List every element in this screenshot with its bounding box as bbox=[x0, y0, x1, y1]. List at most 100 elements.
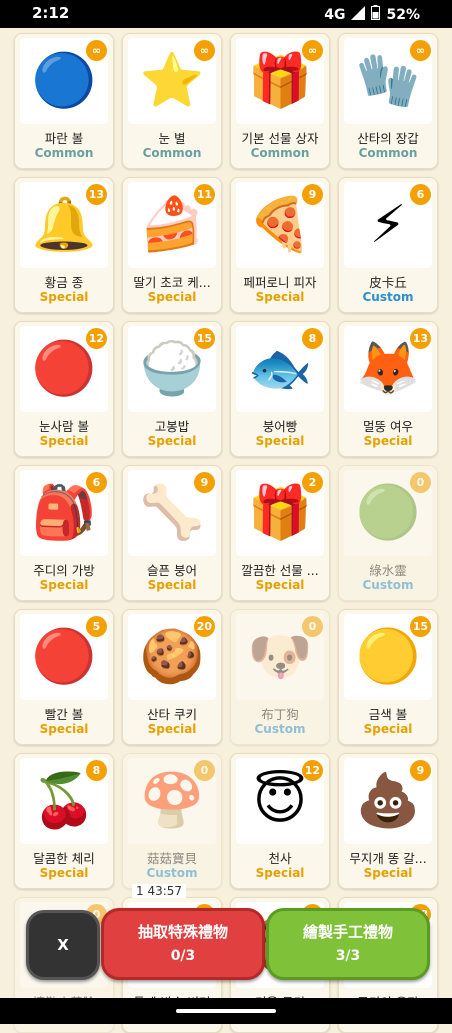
gift-card[interactable]: 🧤 ∞ 산타의 장갑 Common bbox=[338, 33, 438, 169]
gift-name: 눈 별 bbox=[158, 131, 186, 146]
gift-card[interactable]: ⚡ 6 皮卡丘 Custom bbox=[338, 177, 438, 313]
fish-skeleton-icon: 🦴 bbox=[139, 483, 205, 543]
gift-card[interactable]: 🦴 9 슬픈 붕어 Special bbox=[122, 465, 222, 601]
draw-special-title: 抽取特殊禮物 bbox=[137, 923, 228, 941]
gift-card[interactable]: 🍰 11 딸기 초코 케... Special bbox=[122, 177, 222, 313]
angel-emoji-icon: 😇 bbox=[252, 771, 308, 831]
rarity-label: Special bbox=[39, 290, 89, 304]
backpack-icon: 🎒 bbox=[31, 483, 97, 543]
gift-name: 멀뚱 여우 bbox=[363, 419, 413, 434]
count-badge: 12 bbox=[301, 760, 323, 781]
gift-name: 붕어빵 bbox=[262, 419, 298, 434]
gift-card[interactable]: 🍒 8 달콤한 체리 Special bbox=[14, 753, 114, 889]
count-badge: ∞ bbox=[302, 40, 323, 61]
gift-card[interactable]: 💩 9 무지개 똥 갈... Special bbox=[338, 753, 438, 889]
network-label: 4G bbox=[324, 6, 346, 23]
home-gesture-pill[interactable] bbox=[176, 1009, 276, 1013]
gift-card[interactable]: 🐶 0 布丁狗 Custom bbox=[230, 609, 330, 745]
gift-name: 빨간 볼 bbox=[44, 707, 84, 722]
gingerbread-icon: 🍪 bbox=[139, 627, 205, 687]
count-badge: 8 bbox=[86, 760, 107, 781]
gift-card[interactable]: 🎁 ∞ 기본 선물 상자 Common bbox=[230, 33, 330, 169]
gift-name: 파란 볼 bbox=[44, 131, 84, 146]
gift-card[interactable]: 🟢 0 綠水靈 Custom bbox=[338, 465, 438, 601]
mushroom-icon: 🍄 bbox=[139, 771, 205, 831]
rarity-label: Common bbox=[142, 146, 202, 160]
blue-ornament-icon: 🔵 bbox=[31, 51, 97, 111]
gift-name: 황금 종 bbox=[44, 275, 84, 290]
gift-card[interactable]: 🍄 0 菇菇寶貝 Custom bbox=[122, 753, 222, 889]
count-badge: 6 bbox=[86, 472, 107, 493]
rarity-label: Custom bbox=[362, 578, 414, 592]
system-nav-bar bbox=[0, 998, 452, 1024]
rarity-label: Special bbox=[255, 434, 305, 448]
status-time: 2:12 bbox=[32, 4, 70, 22]
rarity-label: Special bbox=[255, 290, 305, 304]
gift-card[interactable]: 🟡 15 금색 볼 Special bbox=[338, 609, 438, 745]
count-badge: 13 bbox=[409, 328, 431, 349]
gift-card[interactable]: 🍕 9 페퍼로니 피자 Special bbox=[230, 177, 330, 313]
count-badge: 0 bbox=[302, 616, 323, 637]
gift-grid: 🔵 ∞ 파란 볼 Common ⭐ ∞ 눈 별 Common 🎁 ∞ 기본 선물 상자 Common 🧤… bbox=[14, 33, 442, 1033]
draw-special-count: 0/3 bbox=[170, 948, 196, 964]
count-badge: 15 bbox=[193, 328, 215, 349]
gift-name: 산타 쿠키 bbox=[147, 707, 197, 722]
gift-card[interactable]: 🐟 8 붕어빵 Special bbox=[230, 321, 330, 457]
count-badge: 9 bbox=[410, 760, 431, 781]
draw-special-gift-button[interactable]: 抽取特殊禮物 0/3 bbox=[101, 908, 265, 980]
rarity-label: Special bbox=[147, 434, 197, 448]
gift-card[interactable]: 😇 12 천사 Special bbox=[230, 753, 330, 889]
count-badge: 20 bbox=[193, 616, 215, 637]
gift-card[interactable]: 🦊 13 멀뚱 여우 Special bbox=[338, 321, 438, 457]
status-bar: 2:12 4G 52% bbox=[0, 0, 452, 28]
status-icons: 4G 52% bbox=[324, 5, 420, 24]
gift-card[interactable]: 🎁 2 깔끔한 선물 ... Special bbox=[230, 465, 330, 601]
pizza-icon: 🍕 bbox=[247, 195, 313, 255]
gift-name: 기본 선물 상자 bbox=[241, 131, 319, 146]
battery-percent: 52% bbox=[386, 6, 420, 23]
gift-card[interactable]: 🔴 5 빨간 볼 Special bbox=[14, 609, 114, 745]
red-ornament-icon: 🔴 bbox=[31, 627, 97, 687]
gift-name: 綠水靈 bbox=[369, 563, 407, 578]
count-badge: 6 bbox=[410, 184, 431, 205]
gift-name: 슬픈 붕어 bbox=[147, 563, 197, 578]
cherry-icon: 🍒 bbox=[31, 771, 97, 831]
craft-gift-button[interactable]: 繪製手工禮物 3/3 bbox=[266, 908, 430, 980]
rarity-label: Special bbox=[39, 722, 89, 736]
gift-name: 布丁狗 bbox=[261, 707, 299, 722]
gift-card[interactable]: 🔴 12 눈사람 볼 Special bbox=[14, 321, 114, 457]
craft-gift-title: 繪製手工禮物 bbox=[302, 923, 393, 941]
rainbow-poop-icon: 💩 bbox=[355, 771, 421, 831]
golden-bell-icon: 🔔 bbox=[31, 195, 97, 255]
close-label: X bbox=[57, 936, 69, 954]
count-badge: 0 bbox=[410, 472, 431, 493]
gift-box-icon: 🎁 bbox=[247, 51, 313, 111]
rarity-label: Special bbox=[363, 434, 413, 448]
rarity-label: Special bbox=[363, 866, 413, 880]
gift-card[interactable]: ⭐ ∞ 눈 별 Common bbox=[122, 33, 222, 169]
gift-name: 눈사람 볼 bbox=[39, 419, 89, 434]
gift-name: 딸기 초코 케... bbox=[133, 275, 211, 290]
count-badge: 8 bbox=[302, 328, 323, 349]
gift-card[interactable]: 🔵 ∞ 파란 볼 Common bbox=[14, 33, 114, 169]
gift-card[interactable]: 🍪 20 산타 쿠키 Special bbox=[122, 609, 222, 745]
gift-name: 깔끔한 선물 ... bbox=[241, 563, 319, 578]
craft-gift-count: 3/3 bbox=[335, 948, 361, 964]
close-button[interactable]: X bbox=[26, 910, 100, 980]
count-badge: 9 bbox=[194, 472, 215, 493]
gift-name: 菇菇寶貝 bbox=[146, 851, 197, 866]
count-badge: 13 bbox=[85, 184, 107, 205]
rarity-label: Special bbox=[255, 578, 305, 592]
gift-card[interactable]: 🎒 6 주디의 가방 Special bbox=[14, 465, 114, 601]
green-slime-icon: 🟢 bbox=[355, 483, 421, 543]
gift-name: 주디의 가방 bbox=[33, 563, 95, 578]
rarity-label: Special bbox=[39, 434, 89, 448]
rarity-label: Special bbox=[39, 866, 89, 880]
count-badge: 0 bbox=[194, 760, 215, 781]
snow-star-icon: ⭐ bbox=[139, 51, 205, 111]
gift-card[interactable]: 🔔 13 황금 종 Special bbox=[14, 177, 114, 313]
strawberry-cake-icon: 🍰 bbox=[139, 195, 205, 255]
fox-icon: 🦊 bbox=[355, 339, 421, 399]
gift-card[interactable]: 🍚 15 고봉밥 Special bbox=[122, 321, 222, 457]
gift-name: 산타의 장갑 bbox=[357, 131, 419, 146]
